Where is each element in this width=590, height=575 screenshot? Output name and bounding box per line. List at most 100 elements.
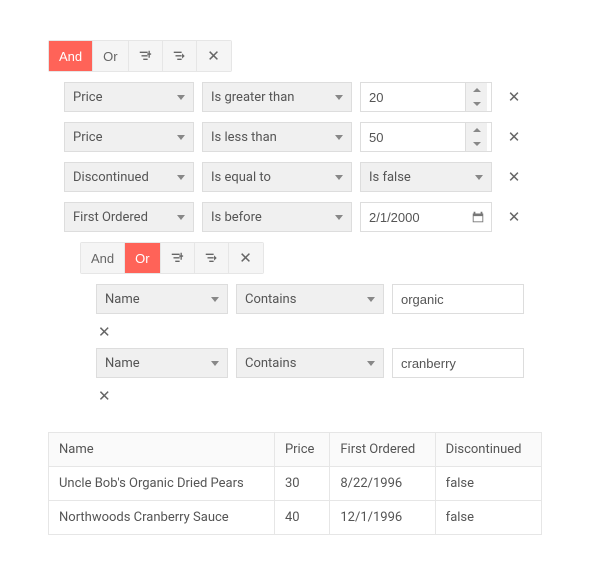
operator-select[interactable]: Contains: [236, 348, 384, 378]
cell-first-ordered: 8/22/1996: [330, 467, 435, 501]
operator-select[interactable]: Is greater than: [202, 82, 352, 112]
cell-name: Northwoods Cranberry Sauce: [49, 501, 275, 535]
field-select[interactable]: Name: [96, 284, 228, 314]
cell-discontinued: false: [435, 467, 541, 501]
value-select[interactable]: Is false: [360, 162, 492, 192]
date-field[interactable]: [361, 210, 465, 225]
close-toolbar-button[interactable]: ✕: [197, 41, 231, 71]
cell-price: 40: [274, 501, 329, 535]
operator-select[interactable]: Contains: [236, 284, 384, 314]
operator-select[interactable]: Is less than: [202, 122, 352, 152]
remove-rule-button[interactable]: ✕: [500, 203, 528, 231]
value-label: Is false: [369, 170, 411, 185]
add-expression-button[interactable]: [161, 243, 195, 273]
remove-rule-button[interactable]: ✕: [500, 83, 528, 111]
field-label: Price: [73, 130, 102, 145]
field-select[interactable]: Name: [96, 348, 228, 378]
operator-select[interactable]: Is equal to: [202, 162, 352, 192]
chevron-down-icon: [211, 297, 219, 302]
col-name[interactable]: Name: [49, 433, 275, 467]
operator-select[interactable]: Is before: [202, 202, 352, 232]
table-row: Uncle Bob's Organic Dried Pears 30 8/22/…: [49, 467, 542, 501]
close-toolbar-button[interactable]: ✕: [229, 243, 263, 273]
rule-row: Price Is less than ✕: [64, 122, 542, 152]
col-first-ordered[interactable]: First Ordered: [330, 433, 435, 467]
number-input: [360, 82, 492, 112]
value-field[interactable]: [361, 83, 465, 111]
field-label: Name: [105, 292, 140, 307]
date-input: [360, 202, 492, 232]
spin-down-button[interactable]: [466, 97, 487, 111]
value-field[interactable]: [392, 284, 524, 314]
chevron-down-icon: [335, 95, 343, 100]
filter-add-icon: [170, 251, 184, 265]
close-icon: ✕: [207, 49, 220, 64]
field-select[interactable]: Price: [64, 122, 194, 152]
close-icon: ✕: [508, 170, 521, 185]
field-label: Name: [105, 356, 140, 371]
close-icon: ✕: [508, 130, 521, 145]
table-row: Northwoods Cranberry Sauce 40 12/1/1996 …: [49, 501, 542, 535]
filter-add-icon: [138, 49, 152, 63]
number-input: [360, 122, 492, 152]
operator-label: Contains: [245, 356, 296, 371]
spin-up-button[interactable]: [466, 83, 487, 97]
filter-group-icon: [204, 251, 218, 265]
chevron-down-icon: [335, 135, 343, 140]
close-icon: ✕: [239, 251, 252, 266]
operator-label: Is greater than: [211, 90, 294, 105]
or-button[interactable]: Or: [125, 243, 160, 273]
spinner: [465, 83, 487, 111]
field-select[interactable]: Discontinued: [64, 162, 194, 192]
calendar-button[interactable]: [465, 203, 491, 231]
cell-name: Uncle Bob's Organic Dried Pears: [49, 467, 275, 501]
chevron-down-icon: [367, 361, 375, 366]
col-price[interactable]: Price: [274, 433, 329, 467]
remove-rule-button[interactable]: ✕: [500, 163, 528, 191]
chevron-down-icon: [177, 215, 185, 220]
value-field[interactable]: [361, 123, 465, 151]
chevron-up-icon: [473, 88, 481, 92]
remove-rule-button[interactable]: ✕: [96, 384, 124, 408]
remove-rule-button[interactable]: ✕: [96, 320, 124, 344]
operator-label: Is before: [211, 210, 262, 225]
add-group-button[interactable]: [163, 41, 197, 71]
cell-discontinued: false: [435, 501, 541, 535]
and-button[interactable]: And: [49, 41, 93, 71]
table-header-row: Name Price First Ordered Discontinued: [49, 433, 542, 467]
chevron-down-icon: [211, 361, 219, 366]
close-icon: ✕: [98, 325, 111, 340]
chevron-down-icon: [367, 297, 375, 302]
chevron-down-icon: [475, 175, 483, 180]
spin-down-button[interactable]: [466, 137, 487, 151]
value-field[interactable]: [392, 348, 524, 378]
add-expression-button[interactable]: [129, 41, 163, 71]
close-icon: ✕: [508, 90, 521, 105]
col-discontinued[interactable]: Discontinued: [435, 433, 541, 467]
field-select[interactable]: Price: [64, 82, 194, 112]
calendar-icon: [471, 210, 485, 224]
sub-rule: Name Contains ✕: [96, 348, 542, 408]
or-button[interactable]: Or: [93, 41, 128, 71]
chevron-down-icon: [335, 175, 343, 180]
filter-group-icon: [172, 49, 186, 63]
root-toolbar: And Or ✕: [48, 40, 232, 72]
field-label: Price: [73, 90, 102, 105]
remove-rule-button[interactable]: ✕: [500, 123, 528, 151]
chevron-down-icon: [473, 142, 481, 146]
field-select[interactable]: First Ordered: [64, 202, 194, 232]
sub-group: And Or ✕ Name Contains: [80, 242, 542, 408]
rule-row: First Ordered Is before ✕: [64, 202, 542, 232]
spinner: [465, 123, 487, 151]
results-table: Name Price First Ordered Discontinued Un…: [48, 432, 542, 535]
chevron-down-icon: [473, 102, 481, 106]
root-rules: Price Is greater than ✕ Price Is less th…: [64, 82, 542, 408]
operator-label: Is less than: [211, 130, 277, 145]
and-button[interactable]: And: [81, 243, 125, 273]
rule-row: Name Contains: [96, 284, 542, 314]
chevron-down-icon: [177, 175, 185, 180]
close-icon: ✕: [508, 210, 521, 225]
spin-up-button[interactable]: [466, 123, 487, 137]
add-group-button[interactable]: [195, 243, 229, 273]
rule-row: Price Is greater than ✕: [64, 82, 542, 112]
